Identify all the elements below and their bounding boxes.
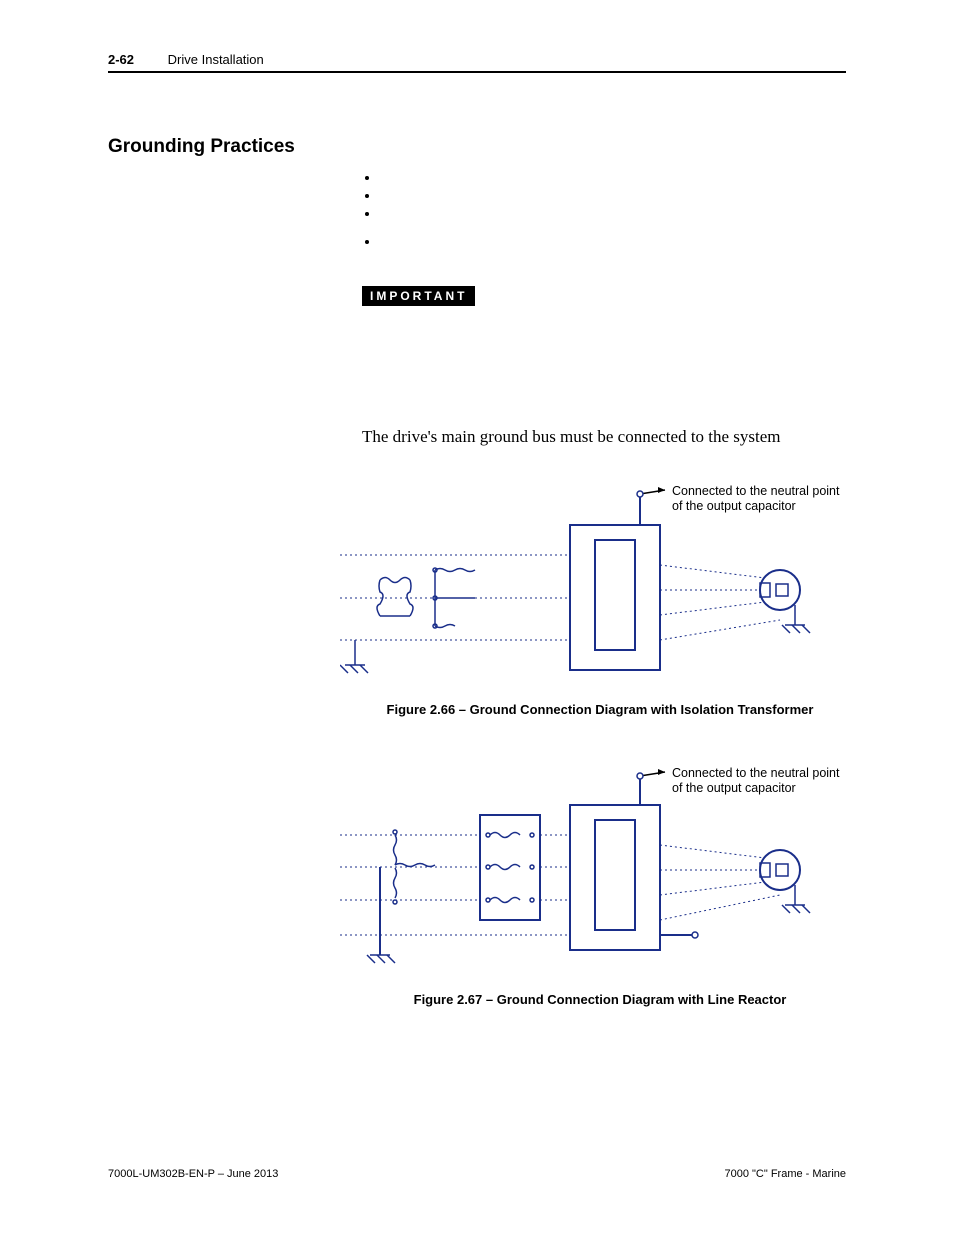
page-header: 2-62 Drive Installation <box>108 52 846 73</box>
chapter-name: Drive Installation <box>168 52 264 67</box>
page-footer: 7000L-UM302B-EN-P – June 2013 7000 "C" F… <box>108 1168 846 1180</box>
section-heading: Grounding Practices <box>108 136 295 158</box>
page-number: 2-62 <box>108 52 134 67</box>
body-paragraph: The drive's main ground bus must be conn… <box>362 427 852 447</box>
figure-2-67: Connected to the neutral point of the ou… <box>340 760 860 1007</box>
figure-2-66: Connected to the neutral point of the ou… <box>340 470 860 717</box>
figure-caption: Figure 2.66 – Ground Connection Diagram … <box>340 702 860 717</box>
figure-annotation: Connected to the neutral point of the ou… <box>672 484 852 514</box>
bullet-list <box>362 170 380 252</box>
footer-left: 7000L-UM302B-EN-P – June 2013 <box>108 1168 278 1180</box>
figure-annotation: Connected to the neutral point of the ou… <box>672 766 852 796</box>
footer-right: 7000 "C" Frame - Marine <box>724 1168 846 1180</box>
figure-caption: Figure 2.67 – Ground Connection Diagram … <box>340 992 860 1007</box>
important-badge: IMPORTANT <box>362 286 475 306</box>
